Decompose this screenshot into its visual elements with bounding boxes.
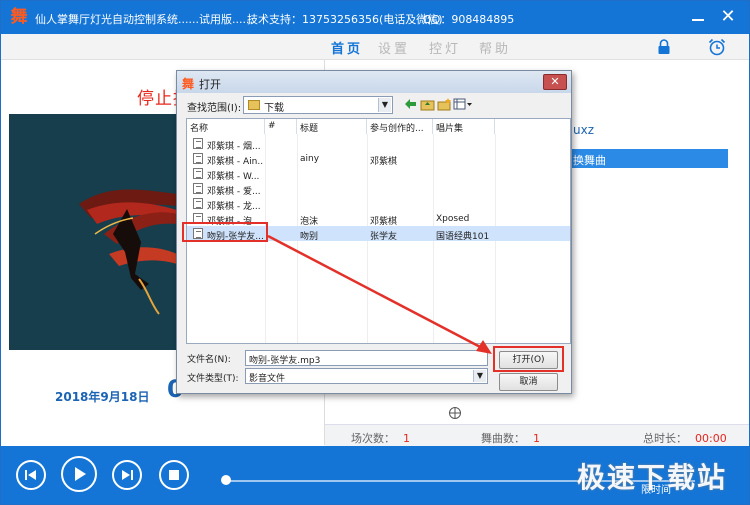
poster-image bbox=[9, 114, 177, 350]
back-arrow-icon[interactable] bbox=[403, 97, 418, 111]
total-duration: 总时长： 00:00 bbox=[643, 432, 727, 445]
alarm-clock-icon[interactable] bbox=[708, 38, 726, 56]
previous-icon bbox=[25, 470, 36, 480]
file-artist: 张学友 bbox=[370, 232, 398, 242]
title-bar: 舞 仙人掌舞厅灯光自动控制系统......试用版...... 技术支持：1375… bbox=[1, 1, 749, 34]
cancel-button[interactable]: 取消 bbox=[499, 373, 558, 391]
playlist-header: uxz bbox=[573, 123, 595, 137]
folder-icon bbox=[248, 100, 260, 110]
column-header-artist[interactable]: 参与创作的... bbox=[367, 119, 433, 134]
audio-file-icon bbox=[193, 198, 203, 209]
lock-icon[interactable] bbox=[657, 39, 671, 55]
previous-button[interactable] bbox=[16, 460, 46, 490]
next-button[interactable] bbox=[112, 460, 142, 490]
dialog-close-button[interactable]: ✕ bbox=[543, 74, 567, 90]
dancer-illustration bbox=[9, 114, 177, 350]
qq-text: QQ：908484895 bbox=[423, 13, 515, 26]
up-folder-icon[interactable] bbox=[420, 97, 435, 111]
audio-file-icon bbox=[193, 153, 203, 164]
file-row[interactable]: 邓紫棋 - Ain... ainy 邓紫棋 bbox=[187, 151, 570, 167]
play-icon bbox=[75, 467, 86, 481]
file-album: Xposed bbox=[436, 214, 470, 224]
column-header-album[interactable]: 唱片集 bbox=[433, 119, 495, 134]
chevron-down-icon[interactable]: ▼ bbox=[473, 370, 486, 382]
new-folder-icon[interactable] bbox=[437, 97, 452, 111]
audio-file-icon bbox=[193, 168, 203, 179]
file-row[interactable]: 邓紫棋 - 爱... bbox=[187, 181, 570, 197]
app-title: 仙人掌舞厅灯光自动控制系统......试用版...... bbox=[35, 13, 253, 26]
column-header-title[interactable]: 标题 bbox=[297, 119, 367, 134]
file-type-label: 文件类型(T): bbox=[187, 374, 239, 384]
file-type-dropdown[interactable]: 影音文件 ▼ bbox=[245, 368, 488, 384]
highlight-box-file bbox=[182, 222, 268, 242]
file-title: 吻别 bbox=[300, 232, 319, 242]
add-circle-icon[interactable] bbox=[448, 406, 462, 420]
stop-button[interactable] bbox=[159, 460, 189, 490]
close-icon[interactable]: ✕ bbox=[718, 7, 738, 27]
watermark-subtext: 限时间 bbox=[641, 485, 671, 496]
file-title: ainy bbox=[300, 154, 320, 164]
column-header-number[interactable]: # bbox=[265, 119, 297, 134]
file-album: 国语经典101 bbox=[436, 232, 490, 242]
support-text: 技术支持：13753256356(电话及微信) bbox=[247, 13, 443, 26]
song-count: 舞曲数： 1 bbox=[481, 432, 540, 445]
menu-settings[interactable]: 设置 bbox=[378, 38, 410, 57]
highlight-box-open bbox=[493, 346, 564, 372]
dialog-app-icon: 舞 bbox=[182, 77, 195, 91]
file-row[interactable]: 邓紫琪 - 烟... bbox=[187, 136, 570, 152]
play-status-text: 停止播 bbox=[137, 89, 181, 109]
look-in-value: 下载 bbox=[264, 103, 284, 114]
minimize-icon[interactable] bbox=[689, 9, 707, 27]
menu-light-control[interactable]: 控灯 bbox=[429, 38, 461, 57]
column-header-name[interactable]: 名称 bbox=[187, 119, 265, 134]
dialog-title: 打开 bbox=[199, 78, 221, 91]
date-label: 2018年9月18日 bbox=[55, 390, 150, 404]
file-type-value: 影音文件 bbox=[249, 374, 286, 384]
menu-bar: 首页 设置 控灯 帮助 bbox=[1, 34, 749, 60]
playlist-item-selected[interactable]: 换舞曲 bbox=[565, 149, 728, 168]
audio-file-icon bbox=[193, 183, 203, 194]
look-in-dropdown[interactable]: 下载 ▼ bbox=[243, 96, 393, 114]
play-button[interactable] bbox=[61, 456, 97, 492]
stats-bar: 场次数： 1 舞曲数： 1 总时长： 00:00 bbox=[325, 424, 749, 446]
file-name-input[interactable]: 吻别-张学友.mp3 bbox=[245, 350, 488, 366]
file-name-label: 文件名(N): bbox=[187, 355, 231, 365]
menu-home[interactable]: 首页 bbox=[331, 38, 363, 57]
file-row[interactable]: 邓紫棋 - 龙... bbox=[187, 196, 570, 212]
next-icon bbox=[122, 470, 133, 480]
chevron-down-icon[interactable]: ▼ bbox=[378, 98, 391, 112]
app-logo: 舞 bbox=[10, 7, 28, 27]
progress-handle[interactable] bbox=[221, 475, 231, 485]
look-in-label: 查找范围(I): bbox=[187, 103, 242, 114]
audio-file-icon bbox=[193, 138, 203, 149]
view-menu-icon[interactable] bbox=[453, 97, 473, 111]
menu-help[interactable]: 帮助 bbox=[479, 38, 511, 57]
stop-icon bbox=[169, 470, 179, 480]
file-row[interactable]: 邓紫棋 - W... bbox=[187, 166, 570, 182]
dialog-title-bar: 舞 打开 ✕ bbox=[177, 71, 571, 93]
session-count: 场次数： 1 bbox=[351, 432, 410, 445]
